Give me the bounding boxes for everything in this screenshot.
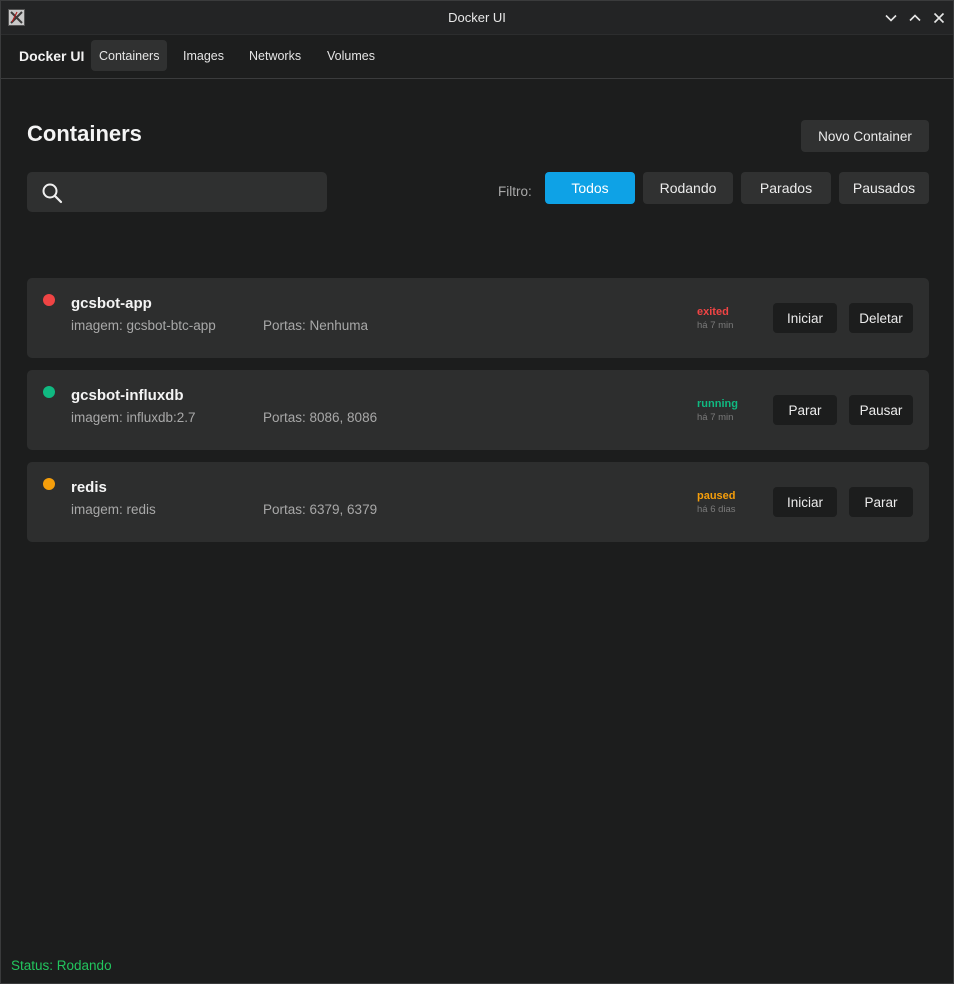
chevron-down-icon	[885, 14, 897, 22]
stop-button[interactable]: Parar	[849, 487, 913, 517]
container-name: gcsbot-influxdb	[71, 387, 184, 404]
container-image: imagem: influxdb:2.7	[71, 410, 196, 425]
filter-todos-button[interactable]: Todos	[545, 172, 635, 204]
search-box[interactable]	[27, 172, 327, 212]
new-container-button[interactable]: Novo Container	[801, 120, 929, 152]
container-card: gcsbot-app imagem: gcsbot-btc-app Portas…	[27, 278, 929, 358]
container-ports: Portas: 8086, 8086	[263, 410, 378, 425]
window-title: Docker UI	[448, 10, 506, 25]
container-state-badge: running	[697, 398, 738, 410]
chevron-up-icon	[909, 14, 921, 22]
filter-rodando-button[interactable]: Rodando	[643, 172, 733, 204]
start-button[interactable]: Iniciar	[773, 487, 837, 517]
container-state-badge: paused	[697, 490, 736, 502]
maximize-button[interactable]	[906, 9, 924, 27]
delete-button[interactable]: Deletar	[849, 303, 913, 333]
title-bar[interactable]: Docker UI	[1, 1, 953, 35]
close-button[interactable]	[930, 9, 948, 27]
tab-images[interactable]: Images	[175, 40, 232, 71]
pause-button[interactable]: Pausar	[849, 395, 913, 425]
container-name: gcsbot-app	[71, 295, 152, 312]
container-created-time: há 7 min	[697, 320, 734, 331]
minimize-button[interactable]	[882, 9, 900, 27]
filter-label: Filtro:	[498, 184, 532, 199]
stop-button[interactable]: Parar	[773, 395, 837, 425]
status-dot	[43, 386, 55, 398]
status-dot	[43, 294, 55, 306]
tab-networks[interactable]: Networks	[241, 40, 309, 71]
nav-bar: Docker UI Containers Images Networks Vol…	[1, 35, 953, 79]
start-button[interactable]: Iniciar	[773, 303, 837, 333]
container-image: imagem: redis	[71, 502, 156, 517]
container-card: redis imagem: redis Portas: 6379, 6379 p…	[27, 462, 929, 542]
search-input[interactable]	[75, 180, 315, 204]
app-window: Docker UI Docker UI Containers Images Ne…	[0, 0, 954, 984]
status-dot	[43, 478, 55, 490]
container-name: redis	[71, 479, 107, 496]
search-icon	[42, 183, 63, 204]
container-created-time: há 7 min	[697, 412, 734, 423]
container-created-time: há 6 dias	[697, 504, 736, 515]
container-state-badge: exited	[697, 306, 729, 318]
page-title: Containers	[27, 121, 142, 146]
filter-parados-button[interactable]: Parados	[741, 172, 831, 204]
container-ports: Portas: Nenhuma	[263, 318, 369, 333]
filter-pausados-button[interactable]: Pausados	[839, 172, 929, 204]
brand-title: Docker UI	[19, 48, 85, 64]
container-ports: Portas: 6379, 6379	[263, 502, 378, 517]
tab-containers[interactable]: Containers	[91, 40, 168, 71]
container-card: gcsbot-influxdb imagem: influxdb:2.7 Por…	[27, 370, 929, 450]
container-image: imagem: gcsbot-btc-app	[71, 318, 216, 333]
close-icon	[933, 12, 945, 24]
tab-volumes[interactable]: Volumes	[319, 40, 383, 71]
status-bar-text: Status: Rodando	[11, 958, 112, 973]
